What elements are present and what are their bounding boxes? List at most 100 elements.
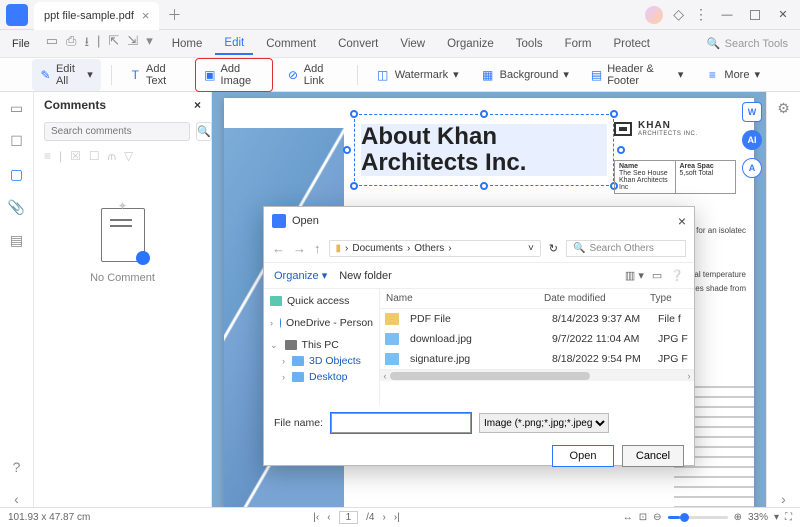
dialog-search[interactable]: 🔍 Search Others <box>566 240 686 257</box>
watermark-button[interactable]: ◫Watermark▾ <box>368 64 467 86</box>
page-input[interactable]: 1 <box>339 511 359 524</box>
tree-desktop[interactable]: ›Desktop <box>268 369 375 385</box>
add-image-button[interactable]: ▣Add Image <box>195 58 273 92</box>
file-type-filter[interactable]: Image (*.png;*.jpg;*.jpeg;*.jpe;* <box>479 413 609 433</box>
preview-pane-icon[interactable]: ▭ <box>652 269 662 282</box>
new-folder-button[interactable]: New folder <box>339 270 392 282</box>
fit-width-icon[interactable]: ↔ <box>623 512 633 523</box>
fullscreen-icon[interactable]: ⛶ <box>785 512 792 523</box>
layers-icon[interactable]: ▤ <box>10 232 23 249</box>
kebab-menu-icon[interactable]: ⋮ <box>694 6 708 23</box>
close-panel-icon[interactable]: × <box>194 98 201 112</box>
tree-3d-objects[interactable]: ›3D Objects <box>268 353 375 369</box>
menu-tools[interactable]: Tools <box>507 34 552 54</box>
thumbnails-icon[interactable]: ▭ <box>10 100 23 117</box>
open-button[interactable]: Open <box>552 445 614 467</box>
close-tab-icon[interactable]: × <box>142 8 150 23</box>
collapse-right-icon[interactable]: › <box>781 491 786 507</box>
zoom-out-icon[interactable]: ⊖ <box>653 512 661 523</box>
fit-page-icon[interactable]: ⊡ <box>639 512 647 523</box>
next-page-icon[interactable]: › <box>382 512 385 523</box>
file-row[interactable]: signature.jpg 8/18/2022 9:54 PM JPG F <box>380 349 694 369</box>
menu-comment[interactable]: Comment <box>257 34 325 54</box>
window-close[interactable]: ✕ <box>774 6 792 24</box>
last-page-icon[interactable]: ›| <box>394 512 400 523</box>
file-name-input[interactable] <box>331 413 471 433</box>
chevron-down-icon[interactable]: ▾ <box>146 33 153 55</box>
resize-handle[interactable] <box>350 110 358 118</box>
prev-page-icon[interactable]: ‹ <box>327 512 330 523</box>
cancel-button[interactable]: Cancel <box>622 445 684 467</box>
menu-convert[interactable]: Convert <box>329 34 387 54</box>
new-tab-button[interactable]: ＋ <box>167 5 181 25</box>
menu-organize[interactable]: Organize <box>438 34 503 54</box>
search-button[interactable]: 🔍 <box>196 122 212 141</box>
diamond-icon[interactable]: ◇ <box>673 6 684 23</box>
dialog-titlebar[interactable]: Open × <box>264 207 694 235</box>
edit-all-button[interactable]: ✎Edit All▾ <box>32 59 101 91</box>
resize-handle[interactable] <box>610 110 618 118</box>
menu-view[interactable]: View <box>391 34 434 54</box>
help-icon[interactable]: ❔ <box>670 269 684 282</box>
zoom-value[interactable]: 33% <box>748 512 768 523</box>
word-export-icon[interactable]: W <box>742 102 762 122</box>
print-icon[interactable]: ⎙ <box>66 33 76 55</box>
breadcrumb[interactable]: ▮ ›Documents ›Others › ˅ <box>329 240 541 257</box>
nav-back-icon[interactable]: ← <box>272 241 285 256</box>
search-tools[interactable]: 🔍 Search Tools <box>707 37 794 50</box>
window-maximize[interactable] <box>746 6 764 24</box>
undo-icon[interactable]: ⇱ <box>108 33 119 55</box>
add-text-button[interactable]: TAdd Text <box>122 59 189 91</box>
bookmark-icon[interactable]: ☐ <box>10 133 23 150</box>
background-button[interactable]: ▦Background▾ <box>473 64 577 86</box>
filter4-icon[interactable]: ▽ <box>124 149 133 164</box>
zoom-slider[interactable] <box>668 516 728 519</box>
file-menu[interactable]: File <box>6 38 36 50</box>
headline-text[interactable]: About Khan Architects Inc. <box>361 124 607 177</box>
text-selection-box[interactable]: About Khan Architects Inc. <box>354 114 614 186</box>
resize-handle[interactable] <box>343 146 351 154</box>
file-row[interactable]: PDF File 8/14/2023 9:37 AM File f <box>380 309 694 329</box>
share-icon[interactable]: ⇲ <box>127 33 138 55</box>
tree-onedrive[interactable]: ›OneDrive - Person <box>268 315 375 331</box>
chevron-down-icon[interactable]: ▾ <box>774 512 779 523</box>
comments-icon[interactable]: ▢ <box>10 166 23 183</box>
ai-icon[interactable]: AI <box>742 130 762 150</box>
account-avatar[interactable] <box>645 6 663 24</box>
organize-menu[interactable]: Organize ▾ <box>274 269 327 282</box>
tree-this-pc[interactable]: ⌄This PC <box>268 337 375 353</box>
nav-up-icon[interactable]: ↑ <box>314 241 321 256</box>
first-page-icon[interactable]: |‹ <box>313 512 319 523</box>
adjust-icon[interactable]: ⚙ <box>777 100 790 117</box>
nav-forward-icon[interactable]: → <box>293 241 306 256</box>
view-mode-icon[interactable]: ▥ ▾ <box>625 269 644 282</box>
attachments-icon[interactable]: 📎 <box>8 199 25 216</box>
resize-handle[interactable] <box>617 146 625 154</box>
menu-form[interactable]: Form <box>556 34 601 54</box>
save-icon[interactable]: ⭳ <box>84 33 89 55</box>
resize-handle[interactable] <box>480 182 488 190</box>
horizontal-scrollbar[interactable]: ‹› <box>380 369 694 381</box>
filter2-icon[interactable]: ☐ <box>89 149 100 164</box>
menu-home[interactable]: Home <box>163 34 212 54</box>
zoom-in-icon[interactable]: ⊕ <box>734 512 742 523</box>
filter1-icon[interactable]: ☒ <box>70 149 81 164</box>
window-minimize[interactable]: — <box>718 6 736 24</box>
help-icon[interactable]: ? <box>13 459 21 475</box>
column-headers[interactable]: Name Date modified Type <box>380 289 694 309</box>
open-icon[interactable]: ▭ <box>46 33 58 55</box>
collapse-left-icon[interactable]: ‹ <box>14 491 19 507</box>
resize-handle[interactable] <box>480 110 488 118</box>
assist-icon[interactable]: A <box>742 158 762 178</box>
resize-handle[interactable] <box>350 182 358 190</box>
tree-quick-access[interactable]: Quick access <box>268 293 375 309</box>
chevron-down-icon[interactable]: ˅ <box>528 243 534 254</box>
add-link-button[interactable]: ⊘Add Link <box>279 59 347 91</box>
menu-edit[interactable]: Edit <box>215 33 253 55</box>
comments-search-input[interactable] <box>44 122 190 141</box>
more-button[interactable]: ≡More▾ <box>697 64 768 86</box>
header-footer-button[interactable]: ▤Header & Footer▾ <box>583 59 692 91</box>
menu-protect[interactable]: Protect <box>604 34 658 54</box>
dialog-close-icon[interactable]: × <box>678 213 686 229</box>
document-tab[interactable]: ppt file-sample.pdf × <box>34 2 159 30</box>
